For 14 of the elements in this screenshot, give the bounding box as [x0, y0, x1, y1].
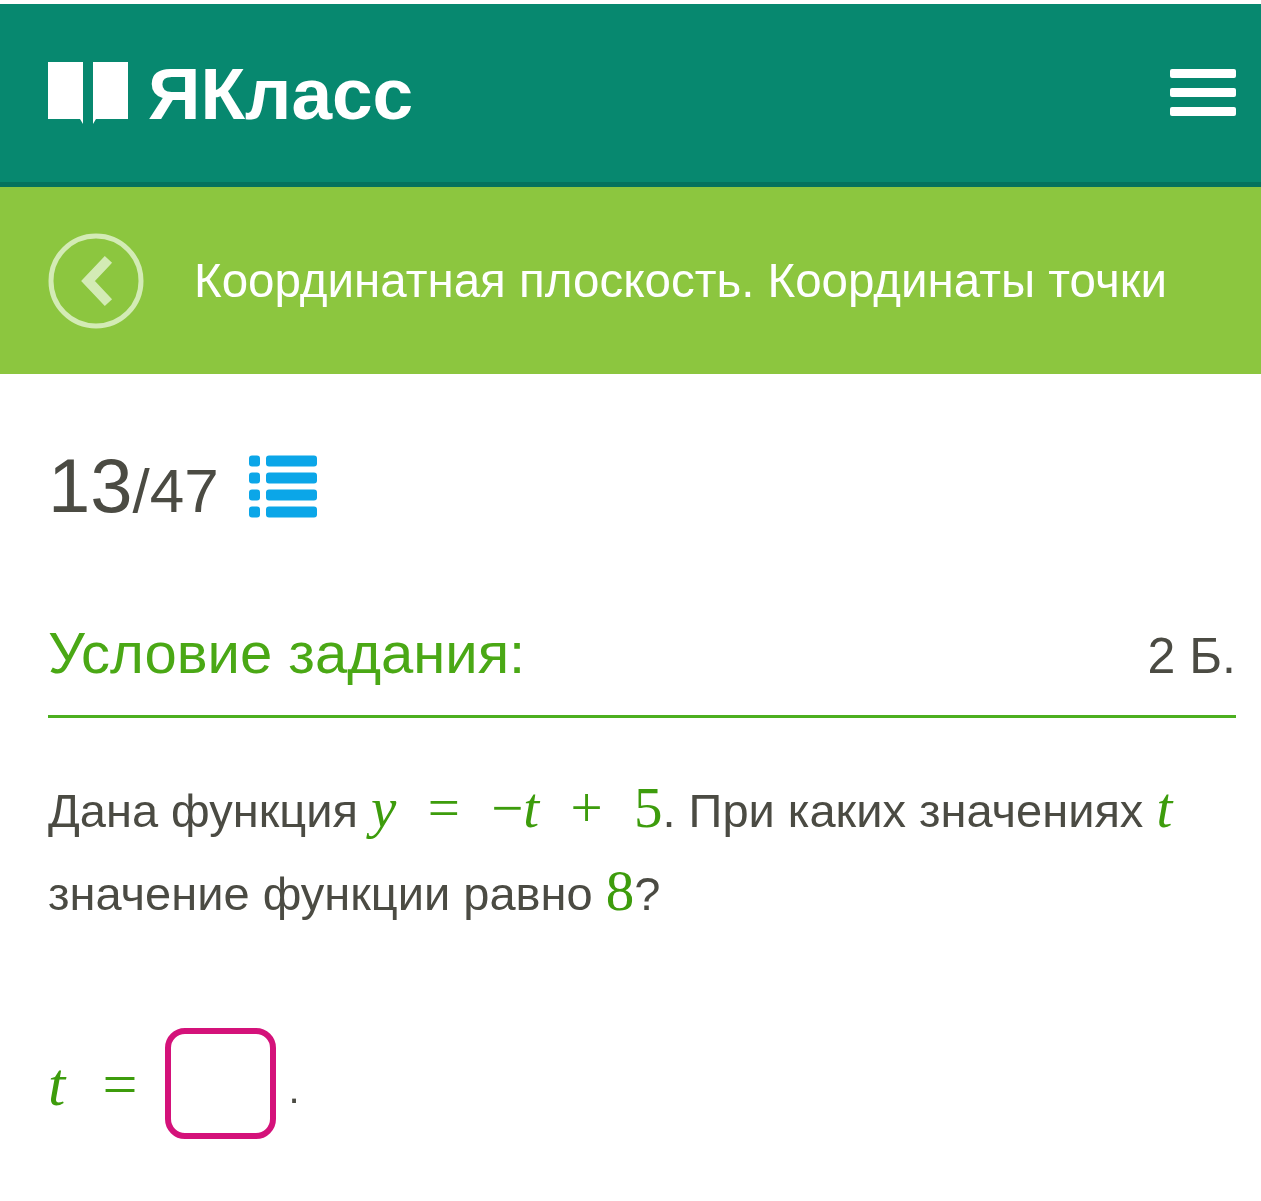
answer-box[interactable]	[165, 1028, 277, 1139]
task-counter: 13/47	[48, 448, 219, 524]
task-list-button[interactable]	[248, 454, 317, 518]
back-chevron-icon	[48, 232, 144, 329]
equation-label: t =	[48, 1052, 138, 1115]
menu-icon	[1170, 69, 1236, 117]
points-label: 2 Б.	[1147, 631, 1236, 681]
logo-text[interactable]: ЯКласс	[148, 56, 414, 130]
list-icon	[248, 454, 317, 518]
book-icon	[48, 62, 128, 124]
menu-button[interactable]	[1170, 69, 1236, 117]
punctuation-text: .	[288, 1069, 300, 1109]
topic-title: Координатная плоскость. Координаты точки	[194, 253, 1167, 308]
question-text: Дана функция y = −t + 5. При каких значениях t значение функции равно 8?	[48, 775, 1175, 924]
